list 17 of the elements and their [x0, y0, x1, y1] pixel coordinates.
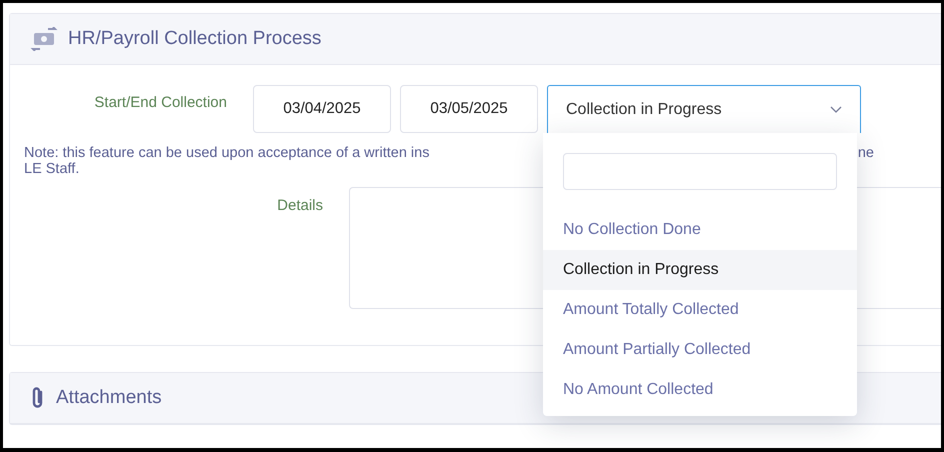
dropdown-option[interactable]: Collection in Progress — [543, 250, 857, 290]
panel-title: Attachments — [56, 387, 162, 409]
note-text: Note: this feature can be used upon acceptance of a written ins — [24, 145, 430, 161]
date-field[interactable]: 03/05/2025 — [400, 85, 538, 133]
panel-title: HR/Payroll Collection Process — [68, 28, 322, 50]
chevron-down-icon — [830, 106, 842, 113]
money-exchange-icon — [30, 27, 58, 51]
dropdown-option[interactable]: No Collection Done — [543, 210, 857, 250]
dropdown-option[interactable]: Amount Partially Collected — [543, 330, 857, 370]
dropdown-option[interactable]: Amount Totally Collected — [543, 290, 857, 330]
dropdown-option[interactable]: No Amount Collected — [543, 370, 857, 410]
date-field[interactable]: 03/04/2025 — [253, 85, 391, 133]
search-field[interactable] — [563, 153, 837, 190]
field-label: Start/End Collection — [93, 93, 227, 111]
field-label: Details — [276, 196, 323, 214]
note-text: LE Staff. — [24, 161, 80, 177]
note-text: ne — [858, 145, 874, 161]
